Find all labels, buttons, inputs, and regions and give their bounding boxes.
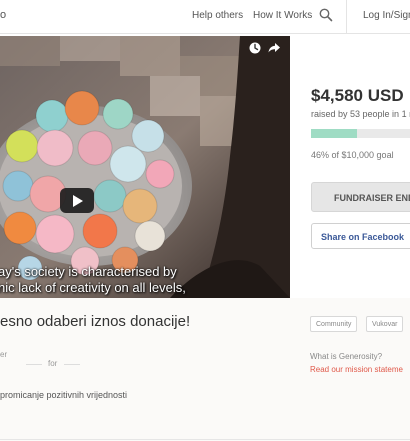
share-on-facebook-button[interactable]: Share on Facebook	[311, 223, 410, 249]
video-captions: ay's society is characterised by nic lac…	[0, 264, 290, 298]
top-navigation-bar: o Help others How It Works Log In/Sign	[0, 0, 410, 34]
mission-statement-link[interactable]: Read our mission stateme	[310, 365, 403, 374]
video-frame-image	[0, 36, 290, 298]
amount-raised: $4,580 USD	[311, 86, 404, 105]
progress-bar	[311, 129, 410, 138]
share-icon[interactable]	[267, 41, 281, 55]
nav-how-it-works[interactable]: How It Works	[253, 10, 312, 21]
meta-separator-left	[26, 364, 42, 365]
nav-login-signup[interactable]: Log In/Sign	[363, 10, 410, 21]
search-icon[interactable]	[318, 7, 334, 23]
campaign-owner[interactable]: er	[0, 350, 7, 359]
section-divider	[0, 439, 410, 440]
watch-later-icon[interactable]	[248, 41, 262, 55]
campaign-for-label: for	[48, 359, 58, 368]
raised-by-text: raised by 53 people in 1 m	[311, 109, 410, 119]
caption-line-2: nic lack of creativity on all levels,	[0, 280, 186, 295]
goal-text: 46% of $10,000 goal	[311, 150, 394, 160]
what-is-generosity: What is Generosity?	[310, 352, 383, 361]
nav-divider	[346, 0, 347, 33]
meta-separator-right	[64, 364, 80, 365]
tag-community[interactable]: Community	[310, 316, 358, 332]
fundraiser-ended-button[interactable]: FUNDRAISER ENDE	[311, 182, 410, 212]
campaign-details: esno odaberi iznos donacije! er for prom…	[0, 298, 410, 441]
campaign-beneficiary[interactable]: promicanje pozitivnih vrijednosti	[0, 390, 127, 400]
campaign-title: esno odaberi iznos donacije!	[0, 313, 191, 330]
campaign-video[interactable]	[0, 36, 290, 298]
play-button[interactable]	[60, 188, 94, 213]
nav-help-others[interactable]: Help others	[192, 10, 243, 21]
brand-fragment[interactable]: o	[0, 9, 6, 21]
caption-line-1: ay's society is characterised by	[0, 264, 177, 279]
progress-fill	[311, 129, 357, 138]
tag-vukovar[interactable]: Vukovar	[366, 316, 404, 332]
